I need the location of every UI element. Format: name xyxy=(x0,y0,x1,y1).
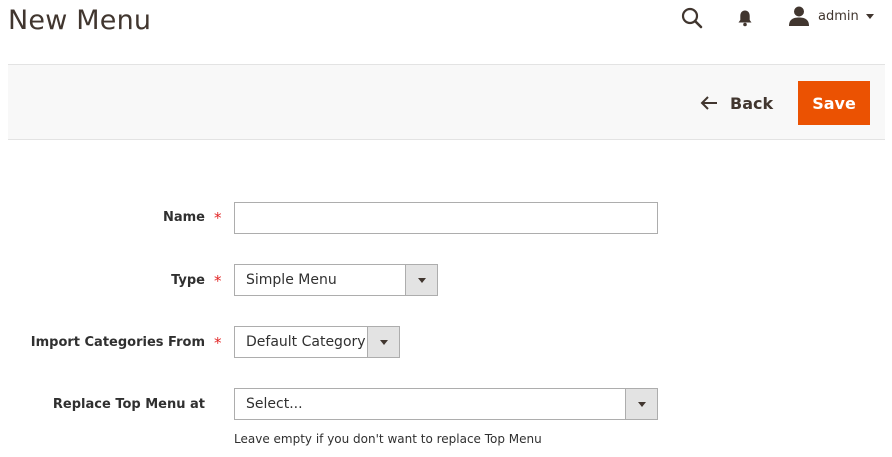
page-title: New Menu xyxy=(8,5,152,36)
import-categories-select-value: Default Category xyxy=(246,334,366,350)
replace-top-menu-select[interactable]: Select... xyxy=(234,388,658,420)
back-label: Back xyxy=(730,93,774,113)
replace-top-menu-select-value: Select... xyxy=(246,396,303,412)
user-menu[interactable]: admin xyxy=(788,4,874,28)
chevron-down-icon xyxy=(405,265,437,295)
arrow-left-icon xyxy=(700,96,717,110)
user-name: admin xyxy=(818,8,859,24)
replace-top-menu-note: Leave empty if you don't want to replace… xyxy=(234,432,542,446)
name-input[interactable] xyxy=(234,202,658,234)
required-mark: * xyxy=(214,334,222,352)
chevron-down-icon xyxy=(865,13,874,19)
replace-top-menu-label: Replace Top Menu at xyxy=(52,397,205,412)
required-mark: * xyxy=(214,272,222,290)
search-icon xyxy=(681,7,703,29)
type-select-value: Simple Menu xyxy=(246,272,337,288)
required-mark: * xyxy=(214,209,222,227)
type-select[interactable]: Simple Menu xyxy=(234,264,438,296)
user-icon xyxy=(789,6,809,26)
chevron-down-icon xyxy=(367,327,399,357)
import-categories-select[interactable]: Default Category xyxy=(234,326,400,358)
chevron-down-icon xyxy=(625,389,657,419)
save-button[interactable]: Save xyxy=(798,81,870,125)
page-actions-bar: Back Save xyxy=(8,64,885,140)
import-categories-label: Import Categories From xyxy=(30,335,205,350)
notifications-button[interactable] xyxy=(735,7,755,29)
search-button[interactable] xyxy=(679,5,705,31)
bell-icon xyxy=(738,10,752,27)
name-label: Name xyxy=(162,210,205,225)
type-label: Type xyxy=(171,273,205,288)
back-button[interactable]: Back xyxy=(700,87,773,119)
